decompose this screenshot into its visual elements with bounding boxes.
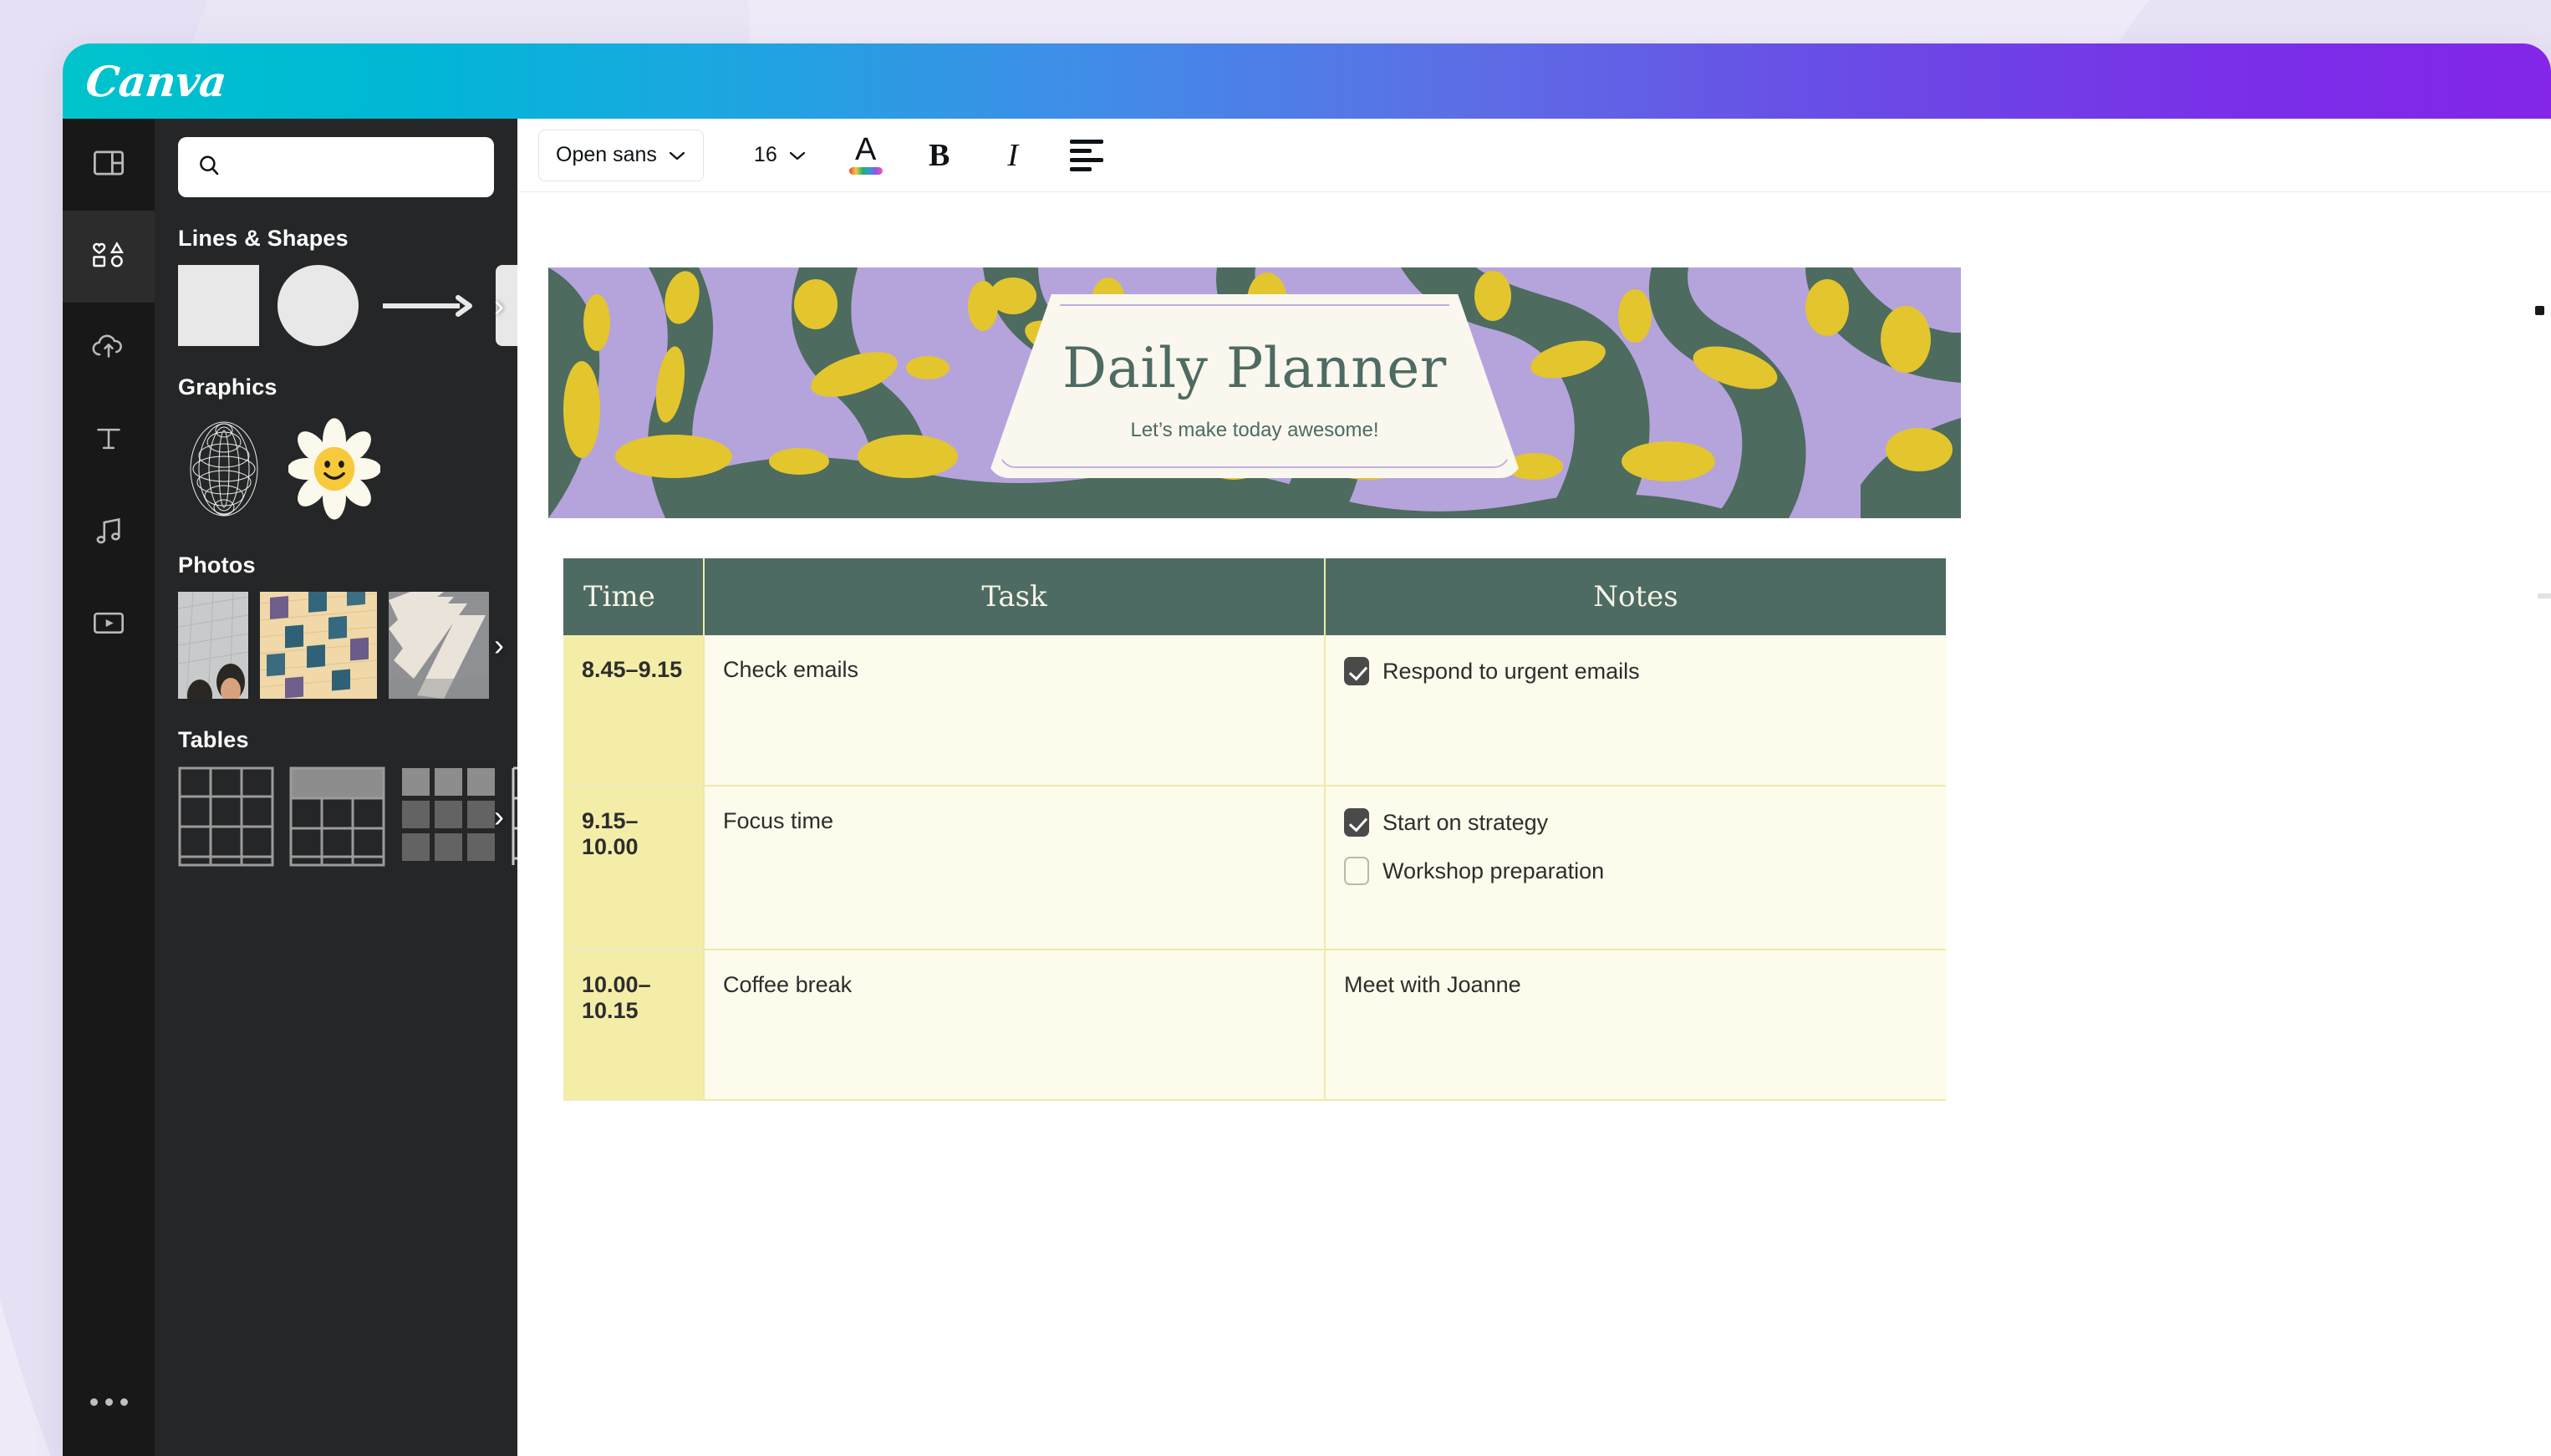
lines-shapes-row: › <box>155 265 517 346</box>
sidebar-item-more[interactable] <box>63 1398 155 1406</box>
photo-thumbnail[interactable] <box>389 592 506 699</box>
editor-area: Open sans 16 A B I Daily Planner Let’s m… <box>517 119 2551 1456</box>
column-header-notes: Notes <box>1325 558 1946 635</box>
checklist-item[interactable]: Start on strategy <box>1344 808 1927 837</box>
photo-thumbnail[interactable] <box>178 592 248 699</box>
cell-task: Coffee break <box>704 949 1326 1101</box>
search-input[interactable] <box>233 156 476 178</box>
cell-notes: Meet with Joanne <box>1325 949 1946 1101</box>
sidebar-item-elements[interactable] <box>63 196 155 318</box>
cell-time: 9.15–10.00 <box>563 786 705 950</box>
column-header-task: Task <box>704 558 1326 635</box>
table-row[interactable]: 9.15–10.00 Focus time Start on strategy <box>563 786 1946 950</box>
page-subtitle: Let’s make today awesome! <box>1130 418 1379 441</box>
sidebar-item-text[interactable] <box>63 395 155 486</box>
page-title: Daily Planner <box>1062 335 1447 400</box>
layout-icon <box>91 145 126 185</box>
table-template[interactable] <box>512 766 517 867</box>
cell-time: 8.45–9.15 <box>563 635 705 787</box>
checklist-item[interactable]: Workshop preparation <box>1344 857 1927 885</box>
table-row[interactable]: 10.00–10.15 Coffee break Meet with Joann… <box>563 949 1946 1101</box>
cloud-upload-icon <box>90 329 127 369</box>
chevron-down-icon <box>788 143 807 167</box>
planner-title-card[interactable]: Daily Planner Let’s make today awesome! <box>987 294 1522 478</box>
photo-thumbnail[interactable] <box>260 592 377 699</box>
text-color-label: A <box>855 132 877 168</box>
italic-button[interactable]: I <box>982 130 1044 181</box>
table-row[interactable]: 8.45–9.15 Check emails Respond to urgent… <box>563 635 1946 787</box>
table-template[interactable] <box>178 766 274 867</box>
shapes-icon <box>89 237 128 277</box>
cell-time: 10.00–10.15 <box>563 949 705 1101</box>
sidebar-item-videos[interactable] <box>63 578 155 670</box>
color-gradient-swatch <box>848 166 883 175</box>
table-template[interactable] <box>400 766 496 867</box>
graphic-daisy-smiley[interactable] <box>288 414 380 524</box>
align-button[interactable] <box>1056 130 1118 181</box>
chevron-right-icon[interactable]: › <box>494 630 504 660</box>
checkbox-unchecked-icon[interactable] <box>1344 857 1369 885</box>
search-container <box>155 137 517 197</box>
shape-arrow[interactable] <box>377 265 477 346</box>
video-play-icon <box>90 606 127 644</box>
graphic-wireframe-sphere[interactable] <box>178 414 270 524</box>
section-title-lines-shapes: Lines & Shapes <box>178 226 349 251</box>
bold-button[interactable]: B <box>909 130 970 181</box>
cell-task: Focus time <box>704 786 1326 950</box>
canvas-edge-marker <box>2535 306 2544 315</box>
tables-row: › <box>155 766 517 867</box>
chevron-right-icon[interactable]: › <box>494 802 504 832</box>
elements-panel: Lines & Shapes › Graphics Photos › Table… <box>155 119 517 1456</box>
font-family-dropdown[interactable]: Open sans <box>538 129 704 181</box>
design-canvas[interactable]: Daily Planner Let’s make today awesome! … <box>517 192 2551 1456</box>
brand-header-bar: Canva <box>63 43 2551 119</box>
search-box[interactable] <box>178 137 494 197</box>
canvas-edge-divider <box>2538 593 2551 598</box>
cell-notes: Start on strategy Workshop preparation <box>1325 786 1946 950</box>
canva-app-window: Canva Lines & Shapes › Graphics Photos ›… <box>63 43 2551 1456</box>
shape-circle[interactable] <box>278 265 359 346</box>
checkbox-checked-icon[interactable] <box>1344 657 1369 685</box>
photos-row: › <box>155 592 517 699</box>
graphics-row <box>155 414 517 524</box>
search-icon <box>196 153 221 182</box>
chevron-down-icon <box>668 143 686 167</box>
text-color-button[interactable]: A <box>835 130 897 181</box>
align-left-icon <box>1069 139 1103 171</box>
checklist-label: Workshop preparation <box>1382 858 1605 883</box>
more-dots-icon <box>89 1398 128 1406</box>
shape-square[interactable] <box>178 265 259 346</box>
section-title-photos: Photos <box>178 552 256 578</box>
font-size-dropdown[interactable]: 16 <box>746 136 815 174</box>
canva-logo[interactable]: Canva <box>84 57 229 106</box>
checklist-item[interactable]: Respond to urgent emails <box>1344 657 1927 685</box>
music-note-icon <box>91 513 126 552</box>
checklist-label: Start on strategy <box>1382 809 1549 835</box>
cell-task: Check emails <box>704 635 1326 787</box>
table-template[interactable] <box>289 766 385 867</box>
font-size-label: 16 <box>753 143 777 166</box>
sidebar-item-uploads[interactable] <box>63 303 155 395</box>
daily-planner-design: Daily Planner Let’s make today awesome! … <box>548 267 1961 1254</box>
table-header-row: Time Task Notes <box>563 558 1946 635</box>
checklist-label: Respond to urgent emails <box>1382 658 1640 684</box>
planner-table[interactable]: Time Task Notes 8.45–9.15 Check emails R… <box>563 558 1946 1101</box>
font-family-label: Open sans <box>556 143 657 166</box>
left-icon-rail <box>63 119 155 1456</box>
planner-banner[interactable]: Daily Planner Let’s make today awesome! <box>548 267 1961 518</box>
checkbox-checked-icon[interactable] <box>1344 808 1369 837</box>
text-t-icon <box>92 422 125 460</box>
chevron-right-icon[interactable]: › <box>494 290 504 321</box>
section-title-tables: Tables <box>178 727 249 752</box>
cell-notes: Respond to urgent emails <box>1325 635 1946 787</box>
column-header-time: Time <box>563 558 705 635</box>
sidebar-item-audio[interactable] <box>63 486 155 578</box>
text-toolbar: Open sans 16 A B I <box>517 119 2551 192</box>
section-title-graphics: Graphics <box>178 374 278 400</box>
